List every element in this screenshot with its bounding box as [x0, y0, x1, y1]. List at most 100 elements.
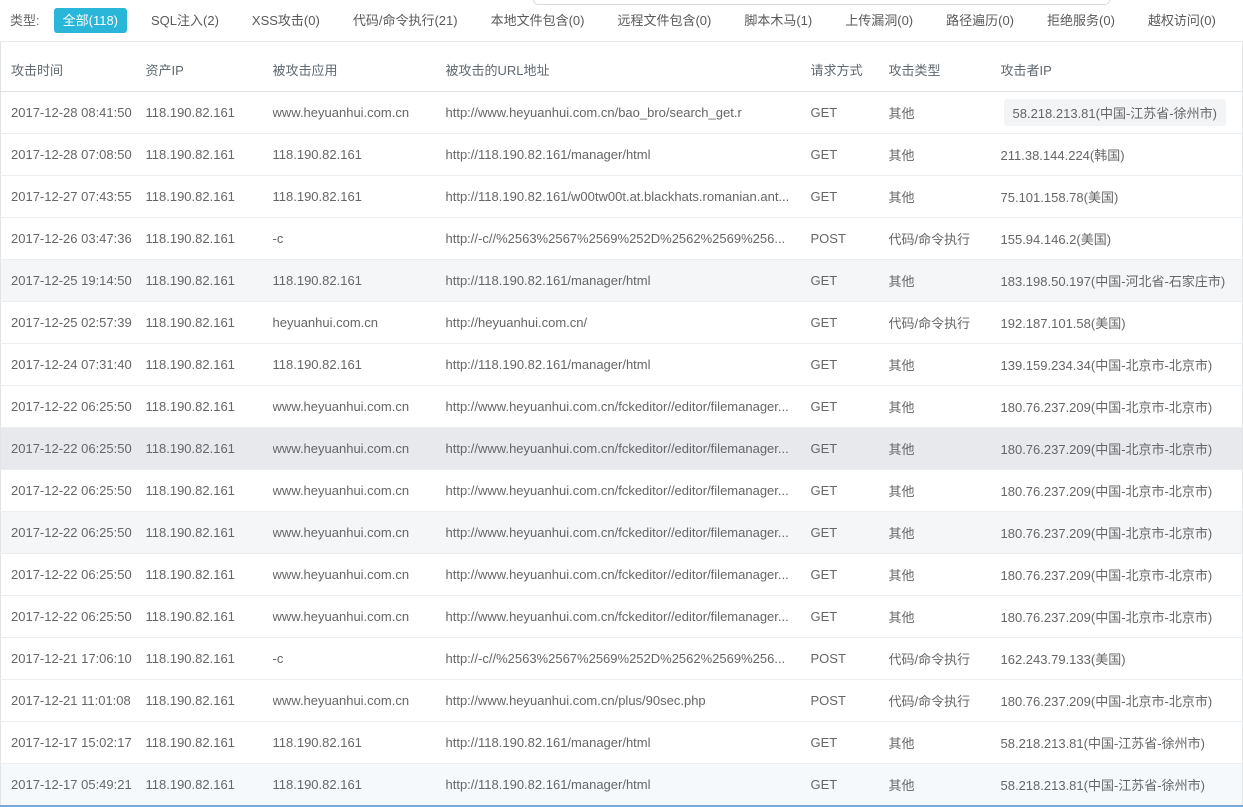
filter-tab-1[interactable]: SQL注入(2) — [142, 8, 228, 33]
cell-attacked-url: http://-c//%2563%2567%2569%252D%2562%256… — [446, 638, 811, 680]
cell-attacker-ip: 192.187.101.58(美国) — [1001, 302, 1243, 344]
cell-attack-type: 其他 — [889, 554, 1001, 596]
cell-attack-type: 代码/命令执行 — [889, 680, 1001, 722]
filter-tab-0[interactable]: 全部(118) — [54, 8, 127, 33]
cell-attack-type: 其他 — [889, 596, 1001, 638]
cell-attacked-url: http://heyuanhui.com.cn/ — [446, 302, 811, 344]
cell-attacker-ip: 180.76.237.209(中国-北京市-北京市) — [1001, 386, 1243, 428]
table-row[interactable]: 2017-12-17 05:49:21118.190.82.161118.190… — [1, 764, 1243, 806]
cell-attacked-app: 118.190.82.161 — [273, 176, 446, 218]
filter-tab-8[interactable]: 路径遍历(0) — [937, 8, 1023, 33]
cell-attack-type: 其他 — [889, 428, 1001, 470]
cell-attack-type: 其他 — [889, 344, 1001, 386]
cell-attack-type: 其他 — [889, 512, 1001, 554]
cell-request-method: GET — [811, 260, 889, 302]
cell-attack-time: 2017-12-22 06:25:50 — [1, 428, 146, 470]
table-row[interactable]: 2017-12-21 11:01:08118.190.82.161www.hey… — [1, 680, 1243, 722]
column-header-attack-type: 攻击类型 — [889, 42, 1001, 92]
table-row[interactable]: 2017-12-28 07:08:50118.190.82.161118.190… — [1, 134, 1243, 176]
filter-tab-7[interactable]: 上传漏洞(0) — [836, 8, 922, 33]
cell-attacker-ip: 58.218.213.81(中国-江苏省-徐州市) — [1001, 722, 1243, 764]
filter-tab-6[interactable]: 脚本木马(1) — [735, 8, 821, 33]
cell-attacked-app: -c — [273, 218, 446, 260]
cell-attacker-ip: 183.198.50.197(中国-河北省-石家庄市) — [1001, 260, 1243, 302]
cell-attacked-url: http://www.heyuanhui.com.cn/fckeditor//e… — [446, 554, 811, 596]
cell-attacked-app: www.heyuanhui.com.cn — [273, 554, 446, 596]
column-header-attacker-ip: 攻击者IP — [1001, 42, 1243, 92]
filter-tab-2[interactable]: XSS攻击(0) — [243, 8, 329, 33]
cell-asset-ip: 118.190.82.161 — [146, 260, 273, 302]
cell-asset-ip: 118.190.82.161 — [146, 638, 273, 680]
table-row[interactable]: 2017-12-22 06:25:50118.190.82.161www.hey… — [1, 554, 1243, 596]
table-row[interactable]: 2017-12-22 06:25:50118.190.82.161www.hey… — [1, 596, 1243, 638]
table-row[interactable]: 2017-12-27 07:43:55118.190.82.161118.190… — [1, 176, 1243, 218]
cell-attack-time: 2017-12-28 07:08:50 — [1, 134, 146, 176]
table-row[interactable]: 2017-12-22 06:25:50118.190.82.161www.hey… — [1, 428, 1243, 470]
cell-request-method: GET — [811, 344, 889, 386]
cell-request-method: GET — [811, 176, 889, 218]
table-row[interactable]: 2017-12-24 07:31:40118.190.82.161118.190… — [1, 344, 1243, 386]
cell-attacked-app: www.heyuanhui.com.cn — [273, 92, 446, 134]
table-row[interactable]: 2017-12-25 19:14:50118.190.82.161118.190… — [1, 260, 1243, 302]
table-row[interactable]: 2017-12-22 06:25:50118.190.82.161www.hey… — [1, 386, 1243, 428]
cell-attack-time: 2017-12-22 06:25:50 — [1, 596, 146, 638]
cell-request-method: GET — [811, 596, 889, 638]
cell-request-method: GET — [811, 302, 889, 344]
cell-attacked-url: http://www.heyuanhui.com.cn/bao_bro/sear… — [446, 92, 811, 134]
attacker-ip-highlight: 58.218.213.81(中国-江苏省-徐州市) — [1004, 99, 1226, 126]
cell-attacked-url: http://www.heyuanhui.com.cn/plus/90sec.p… — [446, 680, 811, 722]
cell-asset-ip: 118.190.82.161 — [146, 218, 273, 260]
cell-attacked-app: www.heyuanhui.com.cn — [273, 386, 446, 428]
cell-attacker-ip: 180.76.237.209(中国-北京市-北京市) — [1001, 428, 1243, 470]
filter-tab-10[interactable]: 越权访问(0) — [1139, 8, 1225, 33]
cell-asset-ip: 118.190.82.161 — [146, 512, 273, 554]
cell-attack-time: 2017-12-21 17:06:10 — [1, 638, 146, 680]
filter-tab-9[interactable]: 拒绝服务(0) — [1038, 8, 1124, 33]
column-header-attacked-url: 被攻击的URL地址 — [446, 42, 811, 92]
table-row[interactable]: 2017-12-22 06:25:50118.190.82.161www.hey… — [1, 470, 1243, 512]
cell-attacker-ip: 75.101.158.78(美国) — [1001, 176, 1243, 218]
cell-asset-ip: 118.190.82.161 — [146, 92, 273, 134]
table-row[interactable]: 2017-12-26 03:47:36118.190.82.161-chttp:… — [1, 218, 1243, 260]
cell-attacked-app: www.heyuanhui.com.cn — [273, 596, 446, 638]
cell-asset-ip: 118.190.82.161 — [146, 764, 273, 806]
cell-attack-type: 其他 — [889, 134, 1001, 176]
table-row[interactable]: 2017-12-21 17:06:10118.190.82.161-chttp:… — [1, 638, 1243, 680]
cell-attack-type: 代码/命令执行 — [889, 638, 1001, 680]
cell-attack-time: 2017-12-25 19:14:50 — [1, 260, 146, 302]
cell-attack-time: 2017-12-21 11:01:08 — [1, 680, 146, 722]
cell-asset-ip: 118.190.82.161 — [146, 134, 273, 176]
table-row[interactable]: 2017-12-22 06:25:50118.190.82.161www.hey… — [1, 512, 1243, 554]
cell-attacked-app: www.heyuanhui.com.cn — [273, 680, 446, 722]
table-row[interactable]: 2017-12-28 08:41:50118.190.82.161www.hey… — [1, 92, 1243, 134]
cell-attacker-ip: 162.243.79.133(美国) — [1001, 638, 1243, 680]
cell-attacked-app: -c — [273, 638, 446, 680]
filter-tab-5[interactable]: 远程文件包含(0) — [608, 8, 720, 33]
table-row[interactable]: 2017-12-17 15:02:17118.190.82.161118.190… — [1, 722, 1243, 764]
cell-attacker-ip: 180.76.237.209(中国-北京市-北京市) — [1001, 512, 1243, 554]
cell-attacked-app: www.heyuanhui.com.cn — [273, 470, 446, 512]
cell-request-method: POST — [811, 680, 889, 722]
type-filter-bar: 类型: 全部(118)SQL注入(2)XSS攻击(0)代码/命令执行(21)本地… — [0, 0, 1243, 37]
cell-attack-time: 2017-12-28 08:41:50 — [1, 92, 146, 134]
cell-request-method: GET — [811, 512, 889, 554]
cell-asset-ip: 118.190.82.161 — [146, 554, 273, 596]
cell-request-method: GET — [811, 428, 889, 470]
cell-attack-type: 代码/命令执行 — [889, 218, 1001, 260]
cell-attack-time: 2017-12-22 06:25:50 — [1, 512, 146, 554]
cell-attacked-url: http://118.190.82.161/manager/html — [446, 344, 811, 386]
filter-tab-4[interactable]: 本地文件包含(0) — [482, 8, 594, 33]
type-filter-tabs: 全部(118)SQL注入(2)XSS攻击(0)代码/命令执行(21)本地文件包含… — [54, 10, 1243, 29]
table-row[interactable]: 2017-12-25 02:57:39118.190.82.161heyuanh… — [1, 302, 1243, 344]
cell-attacked-app: www.heyuanhui.com.cn — [273, 428, 446, 470]
cell-attack-time: 2017-12-25 02:57:39 — [1, 302, 146, 344]
attack-log-table: 攻击时间 资产IP 被攻击应用 被攻击的URL地址 请求方式 攻击类型 攻击者I… — [0, 41, 1243, 806]
cell-request-method: GET — [811, 470, 889, 512]
cell-attacked-app: heyuanhui.com.cn — [273, 302, 446, 344]
table-header-row: 攻击时间 资产IP 被攻击应用 被攻击的URL地址 请求方式 攻击类型 攻击者I… — [1, 42, 1243, 92]
cell-attack-time: 2017-12-22 06:25:50 — [1, 386, 146, 428]
cell-attacker-ip: 58.218.213.81(中国-江苏省-徐州市) — [1001, 92, 1243, 134]
filter-tab-3[interactable]: 代码/命令执行(21) — [344, 8, 467, 33]
cell-attacker-ip: 180.76.237.209(中国-北京市-北京市) — [1001, 680, 1243, 722]
cell-attack-time: 2017-12-27 07:43:55 — [1, 176, 146, 218]
